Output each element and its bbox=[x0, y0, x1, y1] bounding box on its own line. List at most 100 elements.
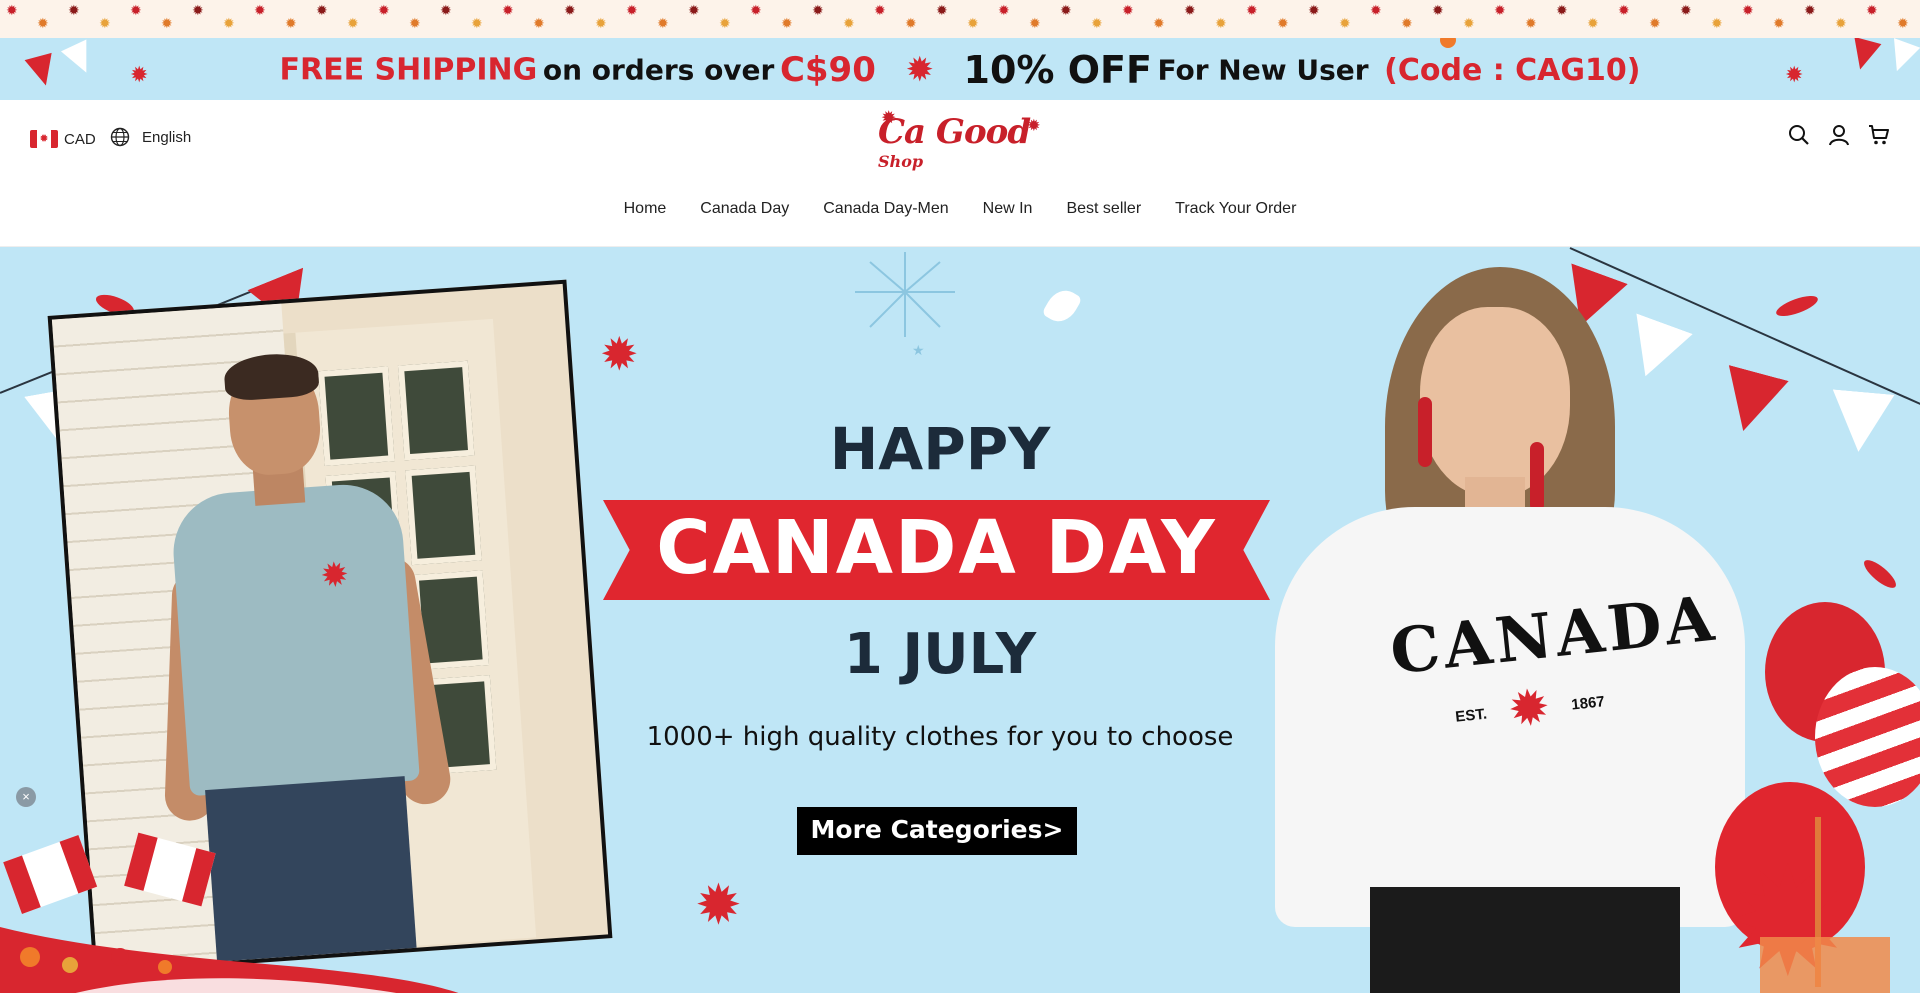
nav-item-canada-day-men[interactable]: Canada Day-Men bbox=[823, 200, 948, 218]
maple-leaf-pattern-icon: ✹ bbox=[1866, 2, 1878, 18]
maple-leaf-pattern-icon: ✹ bbox=[1432, 2, 1444, 18]
maple-leaf-pattern-icon: ✹ bbox=[1494, 2, 1506, 18]
more-categories-button[interactable]: More Categories> bbox=[797, 807, 1077, 855]
maple-leaf-pattern-icon: ✹ bbox=[688, 2, 700, 18]
canada-flag-icon: ✹ bbox=[30, 130, 58, 148]
maple-leaf-pattern-icon: ✹ bbox=[1308, 2, 1320, 18]
maple-leaf-pattern-icon: ✹ bbox=[1277, 15, 1289, 31]
main-navigation: Home Canada Day Canada Day-Men New In Be… bbox=[0, 200, 1920, 218]
maple-leaf-pattern-icon: ✹ bbox=[409, 15, 421, 31]
site-header: ✹ CAD English Ca Good Shop ✹ ✹ Home Cana… bbox=[0, 100, 1920, 247]
maple-leaf-pattern-icon: ✹ bbox=[1587, 15, 1599, 31]
maple-leaf-icon: ✹ bbox=[319, 555, 351, 596]
maple-leaf-pattern-icon: ✹ bbox=[1153, 15, 1165, 31]
maple-leaf-pattern-icon: ✹ bbox=[843, 15, 855, 31]
maple-leaf-icon: ✹ bbox=[905, 50, 934, 90]
logo-main-text: Ca Good bbox=[878, 112, 1031, 152]
maple-leaf-pattern-icon: ✹ bbox=[781, 15, 793, 31]
promo-code: (Code : CAG10) bbox=[1384, 52, 1641, 88]
language-label: English bbox=[142, 128, 192, 146]
maple-leaf-pattern-icon: ✹ bbox=[1029, 15, 1041, 31]
on-orders-label: on orders over bbox=[542, 53, 775, 87]
maple-leaf-pattern-icon: ✹ bbox=[1184, 2, 1196, 18]
maple-leaf-pattern-icon: ✹ bbox=[192, 2, 204, 18]
globe-icon bbox=[110, 127, 130, 147]
maple-leaf-pattern-icon: ✹ bbox=[719, 15, 731, 31]
maple-leaf-pattern-icon: ✹ bbox=[1680, 2, 1692, 18]
maple-leaf-pattern-icon: ✹ bbox=[223, 15, 235, 31]
maple-leaf-pattern-icon: ✹ bbox=[471, 15, 483, 31]
maple-leaf-pattern-icon: ✹ bbox=[1525, 15, 1537, 31]
maple-leaf-pattern-icon: ✹ bbox=[1742, 2, 1754, 18]
nav-item-canada-day[interactable]: Canada Day bbox=[700, 200, 789, 218]
maple-leaf-pattern-icon: ✹ bbox=[316, 2, 328, 18]
maple-leaf-pattern-icon: ✹ bbox=[440, 2, 452, 18]
maple-leaf-pattern-icon: ✹ bbox=[1556, 2, 1568, 18]
free-shipping-label: FREE SHIPPING bbox=[279, 52, 538, 88]
leaf-pattern-strip: ✹ ✹ ✹ ✹ ✹ ✹ ✹ ✹ ✹ ✹ ✹ ✹ ✹ ✹ ✹ ✹ ✹ ✹ ✹ ✹ ✹ ✹ ✹ ✹ ✹ ✹ ✹ ✹ ✹ ✹ ✹ ✹ ✹ ✹ ✹ ✹ ✹ ✹ ✹ ✹… bbox=[0, 0, 1920, 38]
maple-leaf-pattern-icon: ✹ bbox=[161, 15, 173, 31]
maple-leaf-pattern-icon: ✹ bbox=[936, 2, 948, 18]
cart-icon[interactable] bbox=[1868, 124, 1890, 146]
search-icon[interactable] bbox=[1788, 124, 1810, 146]
maple-leaf-pattern-icon: ✹ bbox=[750, 2, 762, 18]
nav-item-new-in[interactable]: New In bbox=[983, 200, 1033, 218]
maple-leaf-pattern-icon: ✹ bbox=[37, 15, 49, 31]
hero-subtitle: 1000+ high quality clothes for you to ch… bbox=[646, 722, 1234, 752]
maple-leaf-pattern-icon: ✹ bbox=[1122, 2, 1134, 18]
shirt-est-label: EST. bbox=[1454, 705, 1488, 726]
maple-leaf-pattern-icon: ✹ bbox=[1711, 15, 1723, 31]
maple-leaf-pattern-icon: ✹ bbox=[595, 15, 607, 31]
maple-leaf-pattern-icon: ✹ bbox=[1370, 2, 1382, 18]
maple-leaf-pattern-icon: ✹ bbox=[1804, 2, 1816, 18]
maple-leaf-pattern-icon: ✹ bbox=[967, 15, 979, 31]
maple-leaf-icon: ✹ bbox=[1508, 682, 1551, 735]
hero-canada-day-heading: CANADA DAY bbox=[656, 505, 1217, 591]
logo-maple-small-icon: ✹ bbox=[1028, 118, 1040, 134]
promo-banner[interactable]: ✹ FREE SHIPPING on orders over C$90 ✹ 10… bbox=[0, 38, 1920, 100]
nav-item-home[interactable]: Home bbox=[624, 200, 667, 218]
header-actions bbox=[1788, 124, 1890, 146]
maple-leaf-pattern-icon: ✹ bbox=[1401, 15, 1413, 31]
currency-label: CAD bbox=[64, 130, 96, 148]
maple-leaf-pattern-icon: ✹ bbox=[347, 15, 359, 31]
maple-leaf-pattern-icon: ✹ bbox=[1091, 15, 1103, 31]
maple-leaf-pattern-icon: ✹ bbox=[254, 2, 266, 18]
maple-leaf-pattern-icon: ✹ bbox=[998, 2, 1010, 18]
hero-banner[interactable]: ✹ × ★ ✹ ✹ HAPPY CANADA DAY 1 JULY 1000+ … bbox=[0, 247, 1920, 993]
maple-leaf-pattern-icon: ✹ bbox=[130, 2, 142, 18]
maple-leaf-pattern-icon: ✹ bbox=[1618, 2, 1630, 18]
shirt-year-label: 1867 bbox=[1570, 692, 1606, 714]
canada-flags-decoration bbox=[0, 832, 459, 993]
maple-leaf-pattern-icon: ✹ bbox=[1649, 15, 1661, 31]
maple-leaf-pattern-icon: ✹ bbox=[1339, 15, 1351, 31]
maple-leaf-pattern-icon: ✹ bbox=[1773, 15, 1785, 31]
site-logo[interactable]: Ca Good Shop ✹ ✹ bbox=[878, 108, 1048, 171]
maple-leaf-pattern-icon: ✹ bbox=[905, 15, 917, 31]
account-icon[interactable] bbox=[1828, 124, 1850, 146]
nav-item-track-order[interactable]: Track Your Order bbox=[1175, 200, 1296, 218]
svg-text:★: ★ bbox=[912, 342, 925, 357]
maple-leaf-pattern-icon: ✹ bbox=[1215, 15, 1227, 31]
maple-leaf-pattern-icon: ✹ bbox=[874, 2, 886, 18]
maple-leaf-pattern-icon: ✹ bbox=[1463, 15, 1475, 31]
maple-leaf-icon: ✹ bbox=[600, 328, 639, 380]
promo-text: FREE SHIPPING on orders over C$90 ✹ 10% … bbox=[0, 48, 1920, 92]
maple-leaf-pattern-icon: ✹ bbox=[378, 2, 390, 18]
maple-leaf-pattern-icon: ✹ bbox=[1060, 2, 1072, 18]
maple-leaf-pattern-icon: ✹ bbox=[626, 2, 638, 18]
close-icon[interactable]: × bbox=[16, 787, 36, 807]
maple-leaf-icon: ✹ bbox=[695, 873, 742, 936]
nav-item-best-seller[interactable]: Best seller bbox=[1066, 200, 1141, 218]
maple-leaf-pattern-icon: ✹ bbox=[564, 2, 576, 18]
maple-leaf-pattern-icon: ✹ bbox=[1835, 15, 1847, 31]
maple-leaf-pattern-icon: ✹ bbox=[502, 2, 514, 18]
threshold-value: C$90 bbox=[779, 50, 876, 90]
currency-selector[interactable]: ✹ CAD bbox=[30, 130, 96, 148]
maple-leaf-pattern-icon: ✹ bbox=[6, 2, 18, 18]
discount-label: 10% OFF bbox=[963, 48, 1152, 92]
language-selector[interactable]: English bbox=[110, 127, 191, 147]
logo-maple-icon: ✹ bbox=[882, 108, 896, 127]
maple-leaf-pattern-icon: ✹ bbox=[657, 15, 669, 31]
maple-leaf-pattern-icon: ✹ bbox=[285, 15, 297, 31]
